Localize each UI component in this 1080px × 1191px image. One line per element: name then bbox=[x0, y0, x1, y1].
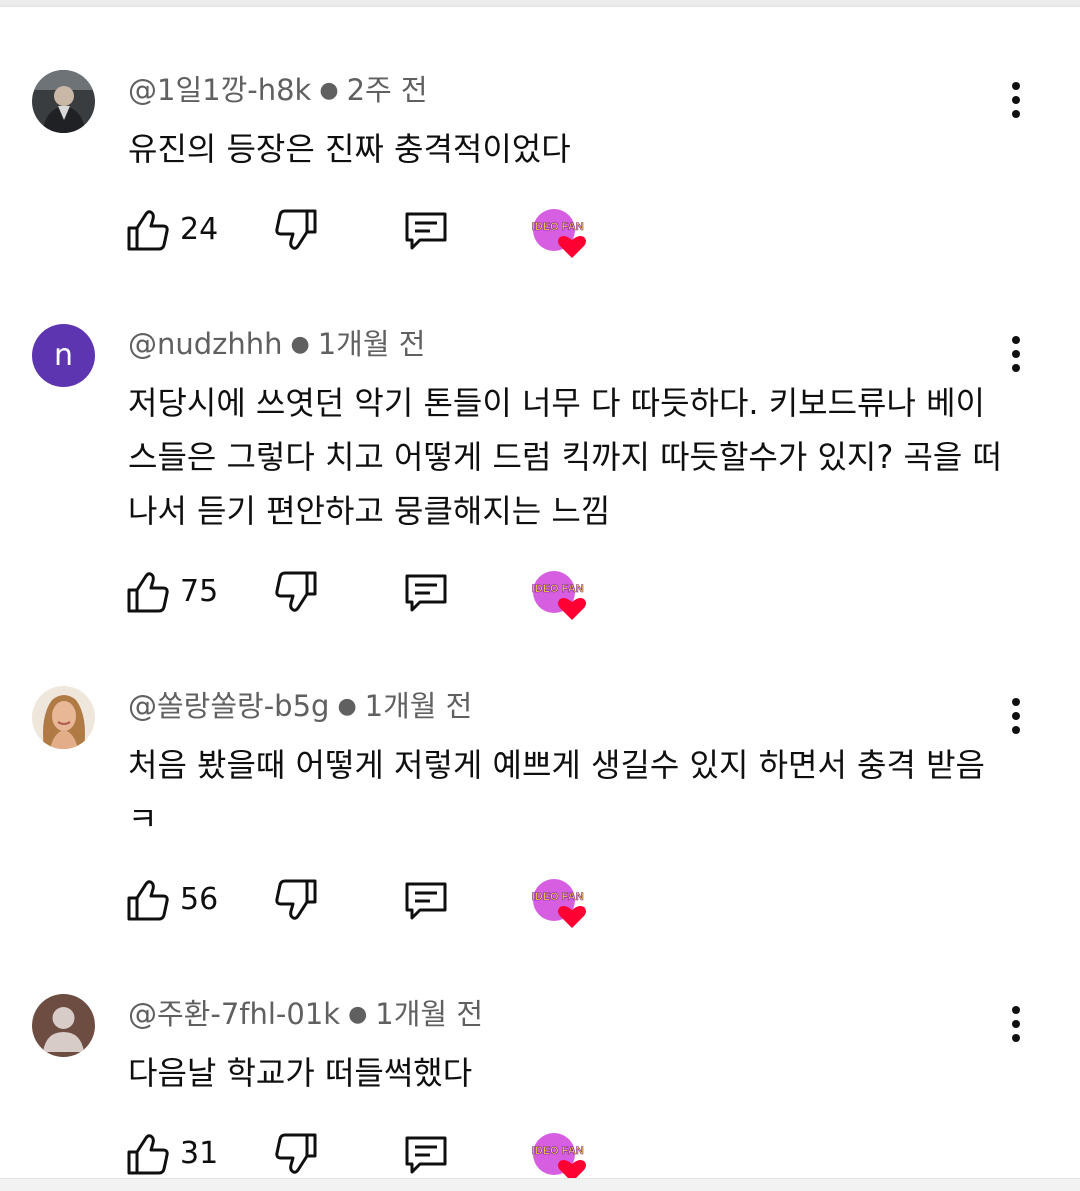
thumb-up-icon bbox=[127, 880, 169, 921]
reply-icon bbox=[405, 574, 447, 612]
badge-text: VIDEO FAN bbox=[532, 221, 584, 233]
dislike-button[interactable] bbox=[272, 876, 320, 924]
comment-time: 1개월 전 bbox=[375, 997, 484, 1031]
more-vert-icon bbox=[1012, 82, 1020, 90]
comment-author[interactable]: @nudzhhh bbox=[128, 327, 283, 361]
avatar[interactable]: n bbox=[32, 324, 95, 387]
more-options-button[interactable] bbox=[1000, 1006, 1032, 1042]
more-vert-icon bbox=[1012, 1006, 1020, 1014]
dislike-button[interactable] bbox=[272, 206, 320, 254]
avatar-letter: n bbox=[53, 338, 73, 373]
comment-author[interactable]: @주환-7fhl-01k bbox=[128, 997, 340, 1031]
like-count: 75 bbox=[180, 574, 219, 609]
like-button[interactable]: 75 bbox=[124, 568, 218, 616]
meta-separator-dot: ● bbox=[348, 1002, 368, 1027]
dislike-button[interactable] bbox=[272, 1130, 320, 1178]
like-count: 56 bbox=[180, 882, 219, 917]
reply-icon bbox=[405, 212, 447, 250]
comment-time: 1개월 전 bbox=[317, 327, 426, 361]
like-count: 31 bbox=[180, 1136, 219, 1171]
comment-text: 유진의 등장은 진짜 충격적이었다 bbox=[128, 130, 571, 168]
reply-button[interactable] bbox=[402, 568, 450, 616]
more-vert-icon bbox=[1012, 698, 1020, 706]
video-fan-heart-badge[interactable]: VIDEO FAN bbox=[524, 878, 588, 930]
avatar[interactable] bbox=[32, 70, 95, 133]
more-options-button[interactable] bbox=[1000, 336, 1032, 372]
badge-text: VIDEO FAN bbox=[532, 1145, 584, 1157]
comment-meta: @1일1깡-h8k ● 2주 전 bbox=[128, 72, 428, 109]
thumb-down-icon bbox=[275, 1133, 317, 1174]
like-button[interactable]: 24 bbox=[124, 206, 218, 254]
comment-meta: @nudzhhh ● 1개월 전 bbox=[128, 326, 425, 363]
avatar[interactable] bbox=[32, 686, 95, 749]
video-fan-heart-badge[interactable]: VIDEO FAN bbox=[524, 1132, 588, 1184]
meta-separator-dot: ● bbox=[337, 694, 357, 719]
meta-separator-dot: ● bbox=[290, 332, 310, 357]
reply-button[interactable] bbox=[402, 206, 450, 254]
comment-text: 저당시에 쓰엿던 악기 톤들이 너무 다 따듯하다. 키보드류나 베이스들은 그… bbox=[128, 384, 1002, 530]
comment-author[interactable]: @1일1깡-h8k bbox=[128, 73, 311, 107]
comment-actions: 31 VIDEO FAN bbox=[124, 1130, 604, 1182]
comment-actions: 24 VIDEO FAN bbox=[124, 206, 604, 258]
like-button[interactable]: 56 bbox=[124, 876, 218, 924]
thumb-up-icon bbox=[127, 1134, 169, 1175]
comment-actions: 56 VIDEO FAN bbox=[124, 876, 604, 928]
comment-text: 처음 봤을때 어떻게 저렇게 예쁘게 생길수 있지 하면서 충격 받음ㅋ bbox=[128, 746, 985, 838]
bottom-divider bbox=[0, 1178, 1080, 1191]
reply-button[interactable] bbox=[402, 876, 450, 924]
like-count: 24 bbox=[180, 212, 219, 247]
comment-meta: @쏠랑쏠랑-b5g ● 1개월 전 bbox=[128, 688, 472, 725]
badge-text: VIDEO FAN bbox=[532, 583, 584, 595]
meta-separator-dot: ● bbox=[319, 78, 339, 103]
comment-meta: @주환-7fhl-01k ● 1개월 전 bbox=[128, 996, 483, 1033]
dislike-button[interactable] bbox=[272, 568, 320, 616]
like-button[interactable]: 31 bbox=[124, 1130, 218, 1178]
comment-actions: 75 VIDEO FAN bbox=[124, 568, 604, 620]
more-options-button[interactable] bbox=[1000, 698, 1032, 734]
thumb-down-icon bbox=[275, 571, 317, 612]
comment-time: 2주 전 bbox=[346, 73, 428, 107]
video-fan-heart-badge[interactable]: VIDEO FAN bbox=[524, 570, 588, 622]
reply-icon bbox=[405, 1136, 447, 1174]
thumb-down-icon bbox=[275, 209, 317, 250]
comment-text: 다음날 학교가 떠들썩했다 bbox=[128, 1054, 473, 1092]
thumb-up-icon bbox=[127, 572, 169, 613]
avatar[interactable] bbox=[32, 994, 95, 1057]
thumb-down-icon bbox=[275, 879, 317, 920]
badge-text: VIDEO FAN bbox=[532, 891, 584, 903]
reply-button[interactable] bbox=[402, 1130, 450, 1178]
more-options-button[interactable] bbox=[1000, 82, 1032, 118]
top-divider bbox=[0, 0, 1080, 7]
more-vert-icon bbox=[1012, 336, 1020, 344]
video-fan-heart-badge[interactable]: VIDEO FAN bbox=[524, 208, 588, 260]
reply-icon bbox=[405, 882, 447, 920]
thumb-up-icon bbox=[127, 210, 169, 251]
comment-time: 1개월 전 bbox=[364, 689, 473, 723]
comment-author[interactable]: @쏠랑쏠랑-b5g bbox=[128, 689, 329, 723]
